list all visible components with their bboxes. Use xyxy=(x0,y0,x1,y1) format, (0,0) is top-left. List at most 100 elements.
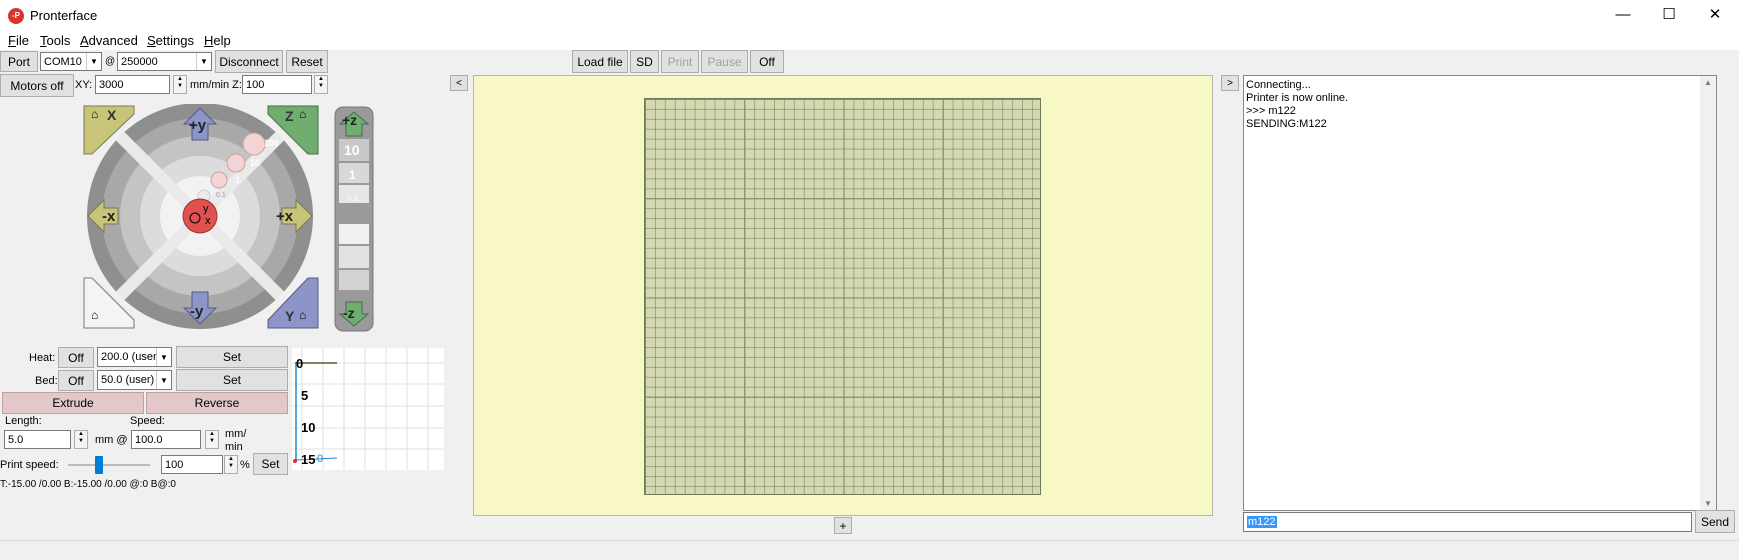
speed-unit-label: mm/ xyxy=(225,428,247,440)
menu-file[interactable]: File xyxy=(8,33,29,48)
print-speed-input[interactable]: 100 xyxy=(161,455,223,474)
z-step-01-label: 0.1 xyxy=(347,194,359,203)
print-speed-label: Print speed: xyxy=(0,459,59,471)
close-button[interactable]: ✕ xyxy=(1692,0,1738,30)
xy-feed-label: XY: xyxy=(75,79,93,91)
motors-off-button[interactable]: Motors off xyxy=(0,74,74,97)
menu-settings[interactable]: Settings xyxy=(147,33,194,48)
heat-temp-select[interactable]: 200.0 (user ▼ xyxy=(97,347,172,367)
menu-bar xyxy=(0,30,1739,50)
bed-temp-select[interactable]: 50.0 (user) ▼ xyxy=(97,370,172,390)
speed-spin-control[interactable]: ▲ ▼ xyxy=(205,430,219,449)
jog-plus-y-label: +y xyxy=(189,117,207,134)
mm-at-label: mm @ xyxy=(95,434,128,446)
chevron-down-icon: ▼ xyxy=(86,53,101,70)
step-10-label: 10 xyxy=(250,158,261,168)
graph-overlay-value: 0 xyxy=(317,453,324,465)
baud-select[interactable]: 250000 ▼ xyxy=(117,52,212,71)
center-y-label: y xyxy=(203,203,209,215)
sd-button[interactable]: SD xyxy=(630,50,659,73)
disconnect-button[interactable]: Disconnect xyxy=(215,50,283,73)
z-feed-label: mm/min Z: xyxy=(190,79,242,91)
baud-at-label: @ xyxy=(105,56,116,67)
console-log-lines: Connecting... Printer is now online. >>>… xyxy=(1246,79,1348,131)
z-step-1-label: 1 xyxy=(349,168,356,182)
left-panel-toggle-button[interactable]: < xyxy=(450,75,468,91)
jog-minus-x-label: -x xyxy=(102,208,116,225)
menu-advanced[interactable]: Advanced xyxy=(80,33,138,48)
send-button[interactable]: Send xyxy=(1695,510,1735,533)
heat-label: Heat: xyxy=(29,352,56,364)
scroll-up-icon[interactable]: ▲ xyxy=(1700,78,1716,87)
port-select[interactable]: COM10 ▼ xyxy=(40,52,102,71)
reverse-button[interactable]: Reverse xyxy=(146,392,288,414)
console-log[interactable] xyxy=(1243,75,1717,511)
length-label: Length: xyxy=(5,415,42,427)
minimize-button[interactable]: — xyxy=(1600,0,1646,30)
jog-minus-y-label: -y xyxy=(190,303,204,320)
right-panel-toggle-button[interactable]: > xyxy=(1221,75,1239,91)
print-button[interactable]: Print xyxy=(661,50,699,73)
off-button[interactable]: Off xyxy=(750,50,784,73)
menu-help[interactable]: Help xyxy=(204,33,231,48)
port-value: COM10 xyxy=(44,55,82,68)
heat-set-button[interactable]: Set xyxy=(176,346,288,368)
jog-plus-z-label: +z xyxy=(342,112,358,128)
print-bed-grid[interactable] xyxy=(644,98,1041,495)
pause-button[interactable]: Pause xyxy=(701,50,748,73)
speed-input[interactable]: 100.0 xyxy=(131,430,201,449)
home-x-label: X xyxy=(107,107,117,123)
length-input[interactable]: 5.0 xyxy=(4,430,71,449)
z-jog-control[interactable] xyxy=(334,106,374,332)
percent-label: % xyxy=(240,459,250,471)
home-y-label: Y xyxy=(285,308,295,324)
jog-minus-z-label: -z xyxy=(343,305,355,321)
port-button[interactable]: Port xyxy=(0,51,38,72)
console-scrollbar[interactable]: ▲ ▼ xyxy=(1700,76,1716,510)
app-logo-icon: -P xyxy=(8,8,24,24)
z-step-10-label: 10 xyxy=(344,142,360,158)
scroll-down-icon[interactable]: ▼ xyxy=(1700,499,1716,508)
step-01-label: 0.1 xyxy=(216,192,226,199)
xy-feedrate-input[interactable]: 3000 xyxy=(95,75,170,94)
extrude-button[interactable]: Extrude xyxy=(2,392,144,414)
graph-y-tick-5: 5 xyxy=(301,388,309,403)
reset-button[interactable]: Reset xyxy=(286,50,328,73)
home-icon: ⌂ xyxy=(299,308,307,322)
load-file-button[interactable]: Load file xyxy=(572,50,628,73)
z-spin-control[interactable]: ▲ ▼ xyxy=(314,75,328,94)
log-line: Connecting... xyxy=(1246,79,1311,91)
heat-temp-value: 200.0 (user xyxy=(101,351,157,363)
chevron-down-icon: ▼ xyxy=(156,371,171,389)
home-z-label: Z xyxy=(285,108,294,124)
step-1-label: 1 xyxy=(235,175,241,185)
jog-plus-x-label: +x xyxy=(276,208,294,225)
bed-set-button[interactable]: Set xyxy=(176,369,288,391)
log-line: SENDING:M122 xyxy=(1246,118,1327,130)
print-speed-spin-control[interactable]: ▲ ▼ xyxy=(224,455,238,474)
print-speed-slider-track[interactable] xyxy=(68,464,150,466)
home-icon: ⌂ xyxy=(91,107,99,121)
print-speed-set-button[interactable]: Set xyxy=(253,453,288,475)
xy-spin-control[interactable]: ▲ ▼ xyxy=(173,75,187,94)
temperature-status-text: T:-15.00 /0.00 B:-15.00 /0.00 @:0 B@:0 xyxy=(0,479,176,490)
maximize-button[interactable]: ☐ xyxy=(1646,0,1692,30)
command-input[interactable]: m122 xyxy=(1243,512,1692,532)
chevron-down-icon: ▼ xyxy=(156,348,171,366)
status-bar xyxy=(0,540,1739,560)
plater-add-button[interactable]: + xyxy=(834,517,852,534)
log-line: >>> m122 xyxy=(1246,105,1296,117)
bed-label: Bed: xyxy=(35,375,58,387)
heat-off-button[interactable]: Off xyxy=(58,347,94,368)
bed-temp-value: 50.0 (user) xyxy=(101,374,155,386)
z-feedrate-input[interactable]: 100 xyxy=(242,75,312,94)
home-icon: ⌂ xyxy=(299,107,307,121)
home-icon: ⌂ xyxy=(91,308,99,322)
step-100-label: 100 xyxy=(264,138,280,148)
current-temp-marker xyxy=(293,459,297,463)
bed-off-button[interactable]: Off xyxy=(58,370,94,391)
length-spin-control[interactable]: ▲ ▼ xyxy=(74,430,88,449)
menu-tools[interactable]: Tools xyxy=(40,33,70,48)
baud-value: 250000 xyxy=(121,55,158,68)
print-speed-slider-handle[interactable] xyxy=(95,456,103,474)
